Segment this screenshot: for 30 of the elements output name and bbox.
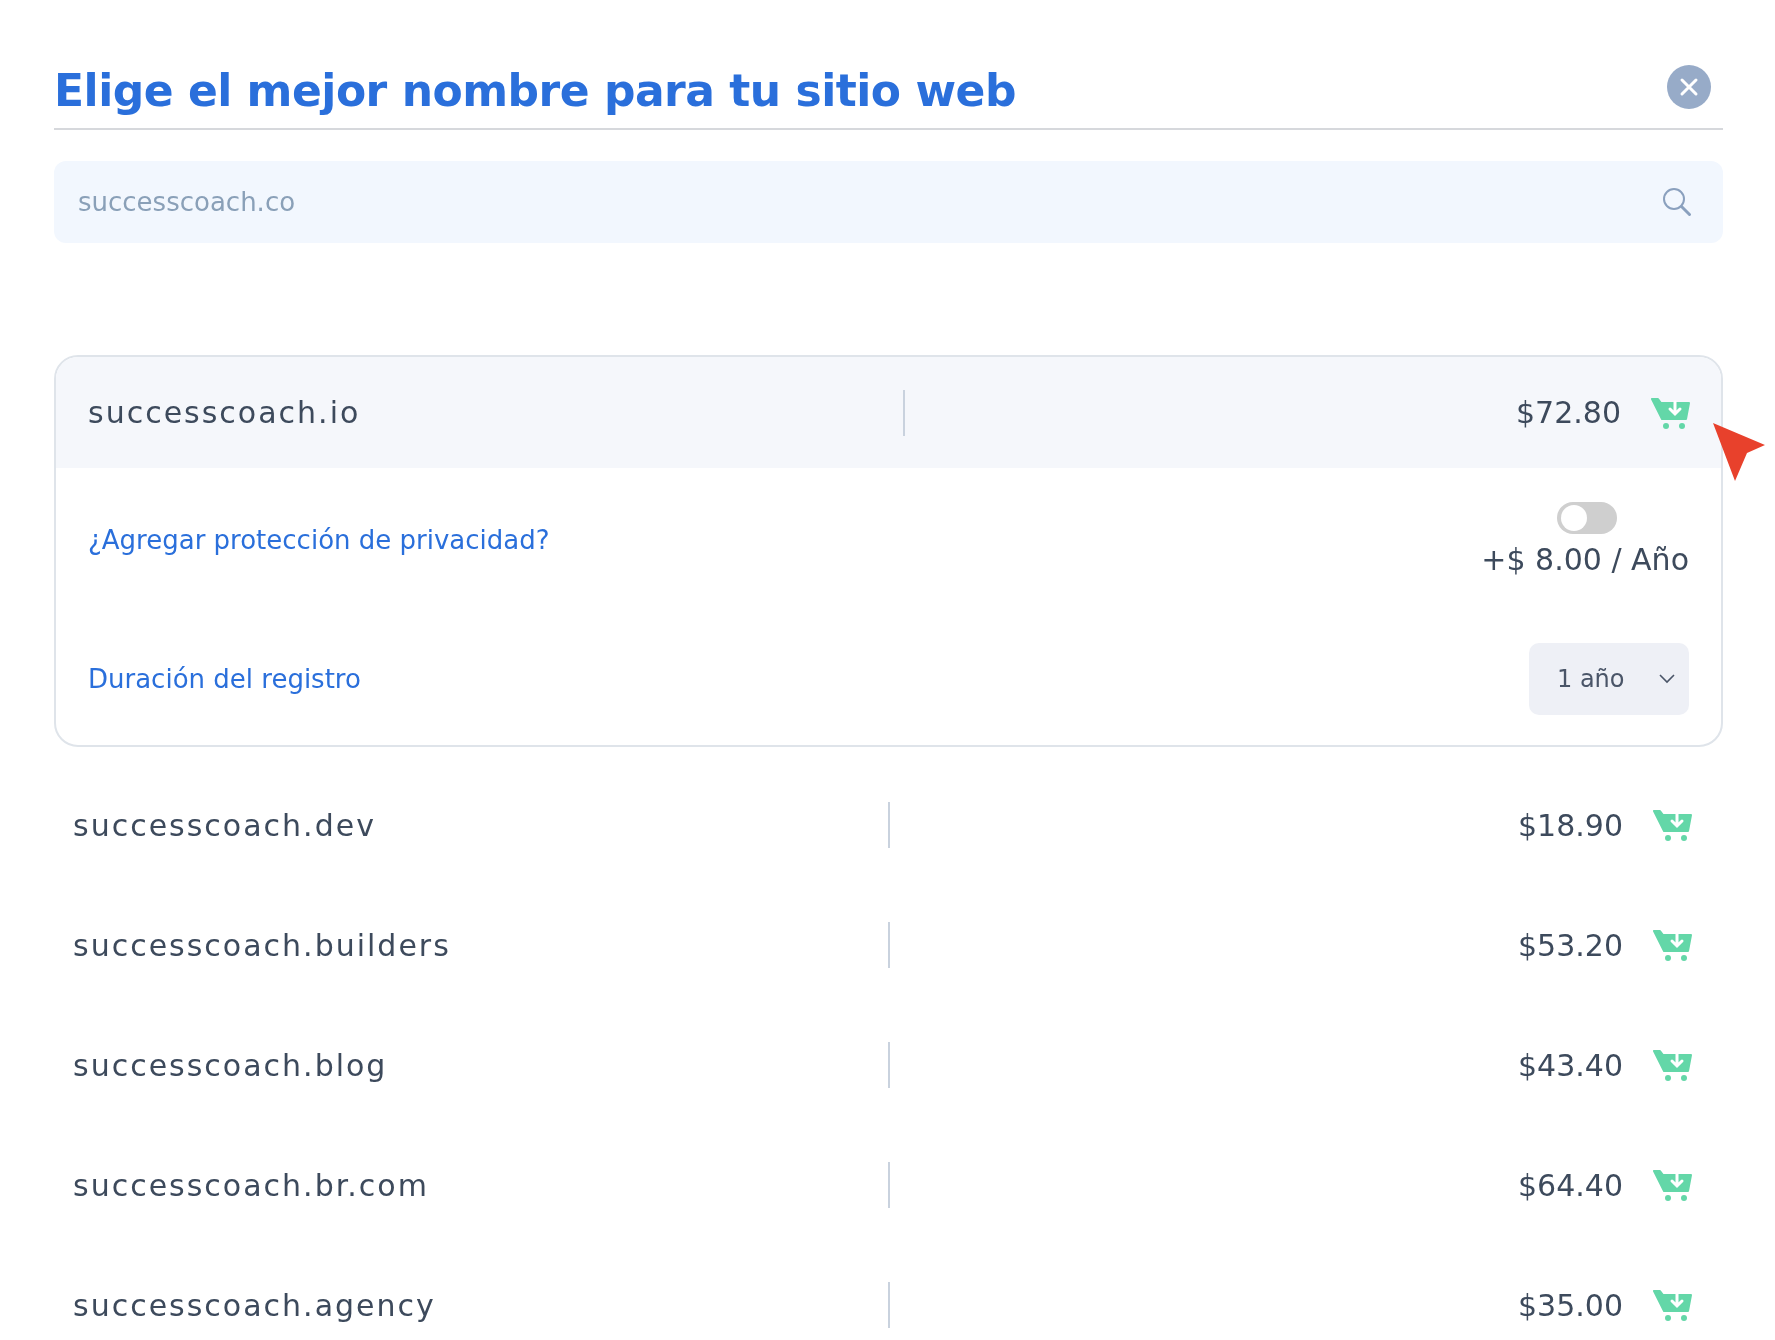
close-icon [1679, 77, 1699, 97]
cart-icon[interactable] [1653, 1288, 1693, 1322]
domain-name: successcoach.br.com [73, 1167, 430, 1203]
duration-dropdown[interactable]: 1 año [1529, 643, 1689, 715]
chevron-icon [1659, 674, 1675, 684]
domain-price: $43.40 [1517, 1047, 1623, 1083]
domain-price: $18.90 [1517, 807, 1623, 843]
domain-name: successcoach.builders [73, 927, 452, 963]
cart-icon[interactable] [1653, 1168, 1693, 1202]
cart-icon[interactable] [1651, 395, 1691, 430]
cursor-icon [1713, 423, 1765, 483]
cart-icon[interactable] [1653, 928, 1693, 962]
search-icon[interactable] [1661, 186, 1693, 218]
privacy-link[interactable]: ¿Agregar protección de privacidad? [88, 524, 550, 555]
privacy-price: +$ 8.00 / Año [1481, 542, 1689, 577]
domain-price: $53.20 [1517, 927, 1623, 963]
close-button[interactable] [1667, 65, 1711, 109]
privacy-toggle[interactable] [1557, 502, 1617, 534]
domain-name: successcoach.io [88, 395, 362, 430]
domain-name: successcoach.dev [73, 807, 377, 843]
domain-price: $64.40 [1517, 1167, 1623, 1203]
domain-price: $35.00 [1517, 1287, 1623, 1323]
domain-name: successcoach.blog [73, 1047, 389, 1083]
cart-icon[interactable] [1653, 808, 1693, 842]
dialog-title: Elige el mejor nombre para tu sitio web [54, 64, 1016, 116]
duration-link[interactable]: Duración del registro [88, 664, 361, 694]
search-field[interactable]: successcoach.co [54, 161, 1723, 243]
domain-price: $72.80 [1515, 395, 1621, 430]
cart-icon[interactable] [1653, 1048, 1693, 1082]
domain-name: successcoach.agency [73, 1287, 437, 1323]
